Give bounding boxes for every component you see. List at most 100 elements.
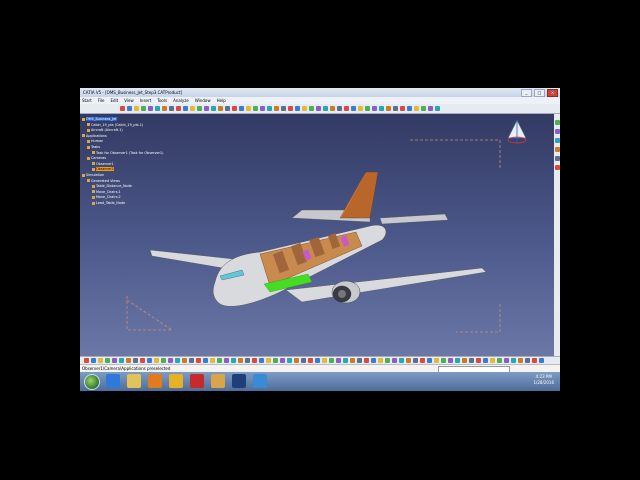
toolbar-tool-icon[interactable] (162, 106, 167, 111)
menu-start[interactable]: Start (82, 97, 92, 104)
toolbar-tool-icon[interactable] (378, 358, 383, 363)
toolbar-tool-icon[interactable] (84, 358, 89, 363)
ie-icon[interactable] (106, 374, 120, 388)
toolbar-tool-icon[interactable] (232, 106, 237, 111)
minimize-button[interactable]: _ (521, 89, 532, 97)
toolbar-tool-icon[interactable] (203, 358, 208, 363)
maximize-button[interactable]: □ (534, 89, 545, 97)
toolbar-tool-icon[interactable] (120, 106, 125, 111)
compass-icon[interactable] (506, 118, 528, 148)
explorer-icon[interactable] (127, 374, 141, 388)
toolbar-tool-icon[interactable] (407, 106, 412, 111)
toolbar-tool-icon[interactable] (280, 358, 285, 363)
toolbar-tool-icon[interactable] (302, 106, 307, 111)
menu-help[interactable]: Help (217, 97, 226, 104)
toolbar-tool-icon[interactable] (476, 358, 481, 363)
toolbar-tool-icon[interactable] (211, 106, 216, 111)
toolbar-tool-icon[interactable] (385, 358, 390, 363)
tree-node[interactable]: Cabin_19_pts (Cabin_19_pts.1) (87, 123, 143, 128)
menu-analyze[interactable]: Analyze (173, 97, 189, 104)
toolbar-tool-icon[interactable] (260, 106, 265, 111)
toolbar-tool-icon[interactable] (91, 358, 96, 363)
toolbar-tool-icon[interactable] (169, 106, 174, 111)
toolbar-tool-icon[interactable] (511, 358, 516, 363)
toolbar-tool-icon[interactable] (196, 358, 201, 363)
toolbar-tool-icon[interactable] (238, 358, 243, 363)
start-button[interactable] (84, 374, 100, 390)
folder-icon[interactable] (211, 374, 225, 388)
toolbar-tool-icon[interactable] (287, 358, 292, 363)
toolbar-tool-icon[interactable] (316, 106, 321, 111)
toolbar-tool-icon[interactable] (337, 106, 342, 111)
toolbar-tool-icon[interactable] (427, 358, 432, 363)
toolbar-tool-icon[interactable] (252, 358, 257, 363)
toolbar-tool-icon[interactable] (190, 106, 195, 111)
toolbar-tool-icon[interactable] (119, 358, 124, 363)
app-icon[interactable] (253, 374, 267, 388)
tree-node[interactable]: Human (87, 139, 103, 144)
toolbar-tool-icon[interactable] (554, 129, 560, 134)
toolbar-tool-icon[interactable] (154, 358, 159, 363)
toolbar-tool-icon[interactable] (134, 106, 139, 111)
menu-edit[interactable]: Edit (110, 97, 118, 104)
toolbar-tool-icon[interactable] (392, 358, 397, 363)
toolbar-tool-icon[interactable] (414, 106, 419, 111)
toolbar-tool-icon[interactable] (231, 358, 236, 363)
toolbar-tool-icon[interactable] (441, 358, 446, 363)
toolbar-tool-icon[interactable] (469, 358, 474, 363)
toolbar-tool-icon[interactable] (294, 358, 299, 363)
toolbar-tool-icon[interactable] (393, 106, 398, 111)
toolbar-tool-icon[interactable] (210, 358, 215, 363)
toolbar-tool-icon[interactable] (225, 106, 230, 111)
media-player-icon[interactable] (148, 374, 162, 388)
menu-insert[interactable]: Insert (140, 97, 151, 104)
3d-viewport[interactable]: OMS_Business_Jet Cabin_19_pts (Cabin_19_p… (80, 114, 554, 356)
toolbar-tool-icon[interactable] (358, 106, 363, 111)
toolbar-tool-icon[interactable] (323, 106, 328, 111)
toolbar-tool-icon[interactable] (140, 358, 145, 363)
tree-node[interactable]: Aircraft (Aircraft.1) (87, 128, 123, 133)
toolbar-tool-icon[interactable] (126, 358, 131, 363)
toolbar-tool-icon[interactable] (421, 106, 426, 111)
toolbar-tool-icon[interactable] (350, 358, 355, 363)
toolbar-tool-icon[interactable] (155, 106, 160, 111)
toolbar-tool-icon[interactable] (301, 358, 306, 363)
toolbar-tool-icon[interactable] (98, 358, 103, 363)
toolbar-tool-icon[interactable] (204, 106, 209, 111)
toolbar-tool-icon[interactable] (462, 358, 467, 363)
tree-node[interactable]: Table_Distance_Node (92, 184, 132, 189)
toolbar-tool-icon[interactable] (420, 358, 425, 363)
tree-node[interactable]: Move_Chairs.2 (92, 195, 121, 200)
toolbar-tool-icon[interactable] (554, 138, 560, 143)
toolbar-tool-icon[interactable] (239, 106, 244, 111)
toolbar-tool-icon[interactable] (400, 106, 405, 111)
system-clock[interactable]: 4:23 PM 1/28/2016 (533, 374, 554, 386)
toolbar-tool-icon[interactable] (266, 358, 271, 363)
toolbar-tool-icon[interactable] (518, 358, 523, 363)
toolbar-tool-icon[interactable] (483, 358, 488, 363)
toolbar-tool-icon[interactable] (161, 358, 166, 363)
toolbar-tool-icon[interactable] (168, 358, 173, 363)
toolbar-tool-icon[interactable] (554, 156, 560, 161)
toolbar-tool-icon[interactable] (308, 358, 313, 363)
toolbar-tool-icon[interactable] (329, 358, 334, 363)
menu-tools[interactable]: Tools (157, 97, 167, 104)
toolbar-tool-icon[interactable] (497, 358, 502, 363)
toolbar-tool-icon[interactable] (309, 106, 314, 111)
toolbar-tool-icon[interactable] (399, 358, 404, 363)
toolbar-tool-icon[interactable] (105, 358, 110, 363)
toolbar-tool-icon[interactable] (288, 106, 293, 111)
tree-node[interactable]: Task for Observer1 (Task for Observer1) (92, 151, 163, 156)
toolbar-tool-icon[interactable] (379, 106, 384, 111)
toolbar-tool-icon[interactable] (435, 106, 440, 111)
tree-node[interactable]: Applications (82, 134, 107, 139)
toolbar-tool-icon[interactable] (189, 358, 194, 363)
menu-view[interactable]: View (124, 97, 134, 104)
menu-file[interactable]: File (98, 97, 105, 104)
tree-node[interactable]: Simulation (82, 173, 104, 178)
toolbar-tool-icon[interactable] (281, 106, 286, 111)
tree-node[interactable]: Observer2 (92, 167, 114, 172)
toolbar-tool-icon[interactable] (336, 358, 341, 363)
toolbar-tool-icon[interactable] (147, 358, 152, 363)
toolbar-tool-icon[interactable] (224, 358, 229, 363)
